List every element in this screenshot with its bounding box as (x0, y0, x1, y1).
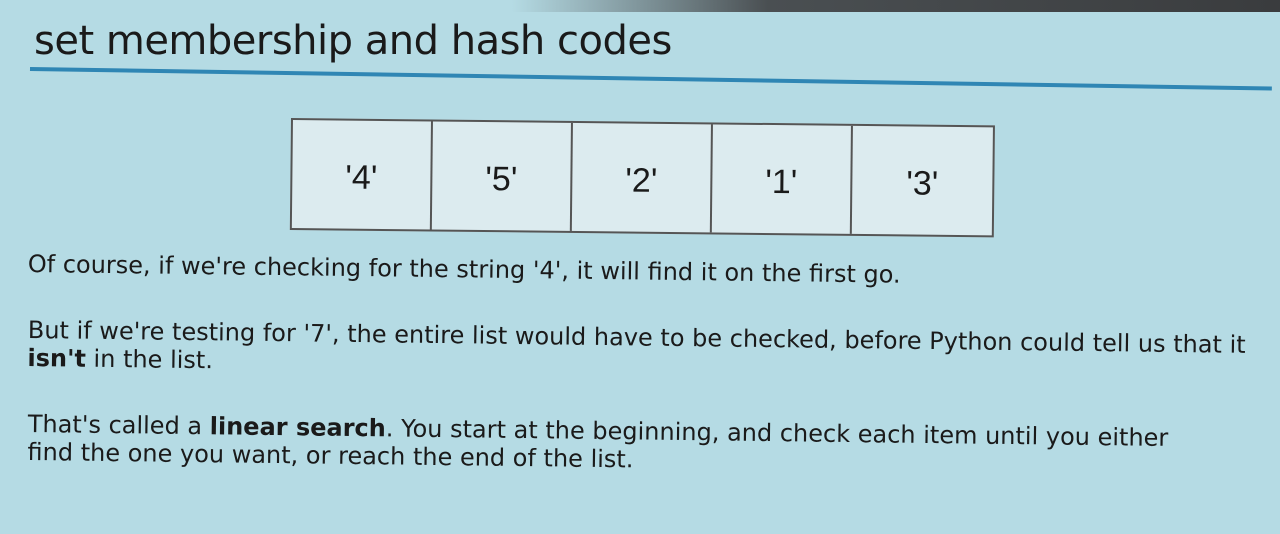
emphasis-isnt: isn't (27, 343, 87, 373)
text: in the list. (85, 344, 214, 375)
title-underline (29, 67, 1272, 91)
screen-edge (0, 0, 1280, 12)
slide-title: set membership and hash codes (34, 18, 672, 64)
list-cell: '5' (431, 121, 573, 231)
list-cell: '1' (711, 124, 853, 234)
paragraph-testing-7: But if we're testing for '7', the entire… (27, 316, 1268, 387)
list-cell: '4' (291, 120, 433, 230)
list-cell: '2' (571, 122, 713, 233)
emphasis-linear-search: linear search (209, 412, 387, 443)
list-diagram: '4' '5' '2' '1' '3' (289, 118, 995, 238)
text: That's called a (27, 410, 210, 441)
paragraph-first-go: Of course, if we're checking for the str… (27, 250, 901, 289)
paragraph-linear-search: That's called a linear search. You start… (27, 410, 1208, 480)
list-cell: '3' (906, 164, 939, 203)
